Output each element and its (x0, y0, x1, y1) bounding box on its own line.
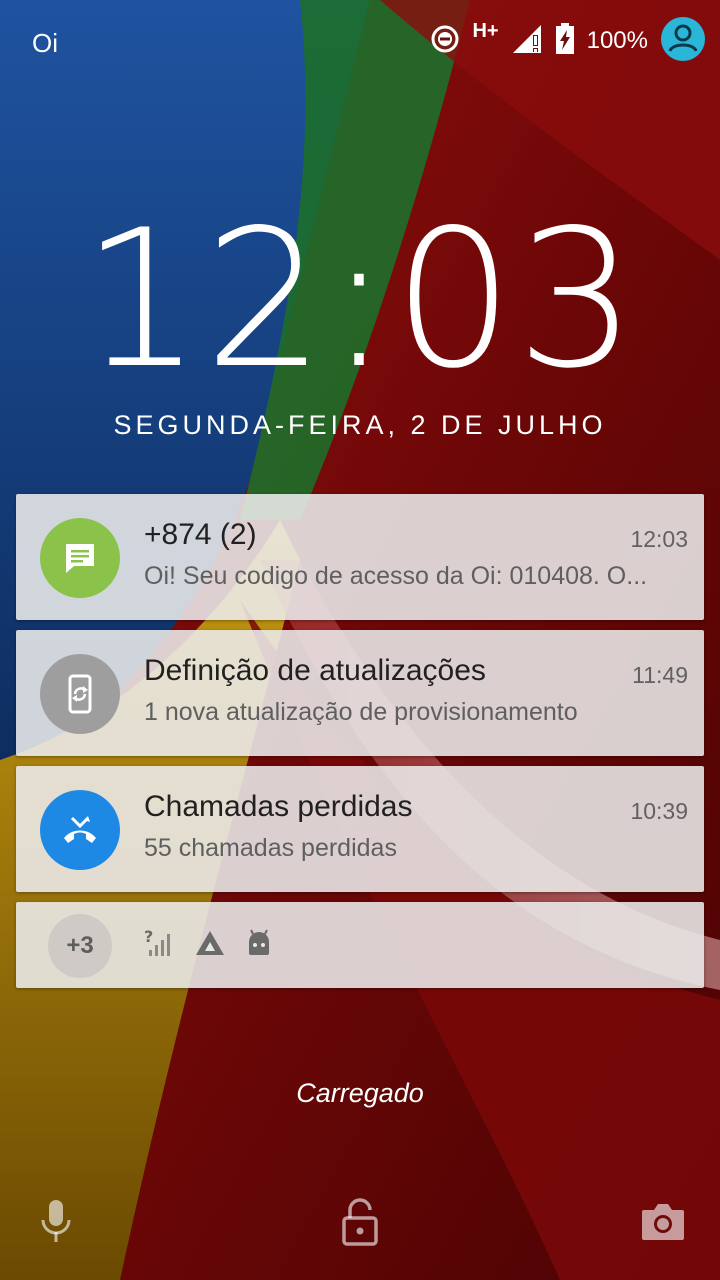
notification-message[interactable]: +874 (2) 12:03 Oi! Seu codigo de acesso … (16, 494, 704, 620)
android-icon (246, 929, 272, 957)
notification-update-settings[interactable]: Definição de atualizações 11:49 1 nova a… (16, 630, 704, 756)
triangle-app-icon (194, 929, 226, 957)
message-icon (40, 518, 120, 598)
charging-status: Carregado (296, 1078, 424, 1108)
more-count-badge: +3 (48, 914, 112, 978)
dnd-icon (430, 24, 460, 59)
network-type: H+ (472, 19, 499, 42)
notification-text: 55 chamadas perdidas (144, 834, 397, 862)
notification-time: 10:39 (630, 798, 688, 824)
notification-time: 11:49 (632, 662, 688, 688)
notification-text: Oi! Seu codigo de acesso da Oi: 010408. … (144, 562, 648, 590)
svg-text:?: ? (144, 928, 153, 946)
notification-text: 1 nova atualização de provisionamento (144, 698, 578, 726)
missed-call-icon (40, 790, 120, 870)
unlock-icon[interactable] (340, 1198, 380, 1251)
battery-charging-icon (555, 22, 575, 60)
more-notifications[interactable]: +3 ? (16, 902, 704, 988)
status-icons: H+ 100% (418, 16, 706, 67)
lock-clock: 12:03 (81, 189, 639, 410)
notification-time: 12:03 (630, 526, 688, 552)
lock-date: SEGUNDA-FEIRA, 2 DE JULHO (113, 410, 607, 440)
microphone-icon[interactable] (38, 1198, 74, 1251)
status-bar: Oi H+ 100% (0, 0, 720, 80)
more-icons: ? (144, 928, 292, 958)
notification-title: +874 (2) (144, 518, 257, 551)
notification-title: Definição de atualizações (144, 654, 486, 687)
no-signal-icon: ? (144, 928, 174, 958)
mobile-signal-icon (511, 23, 543, 60)
notification-missed-calls[interactable]: Chamadas perdidas 10:39 55 chamadas perd… (16, 766, 704, 892)
user-avatar-icon[interactable] (660, 16, 706, 67)
notification-title: Chamadas perdidas (144, 790, 413, 823)
phone-sync-icon (40, 654, 120, 734)
camera-icon[interactable] (640, 1202, 686, 1247)
carrier-name: Oi (32, 28, 58, 58)
battery-level: 100% (586, 27, 648, 54)
